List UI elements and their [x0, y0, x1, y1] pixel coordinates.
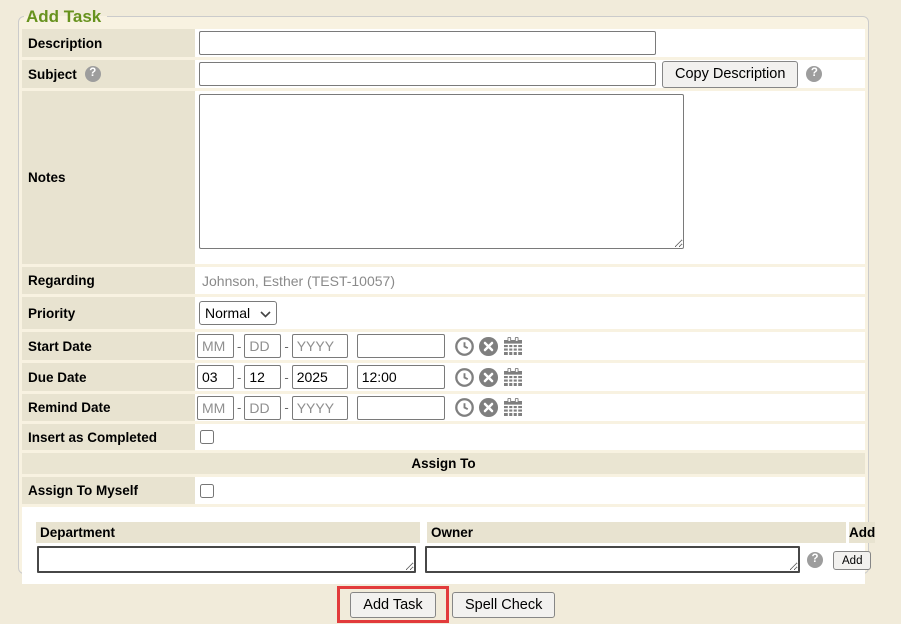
- clock-icon[interactable]: [454, 336, 475, 357]
- notes-label: Notes: [22, 91, 195, 264]
- owner-input[interactable]: [425, 546, 800, 573]
- subject-label-cell: Subject ?: [22, 60, 195, 88]
- subject-label: Subject: [28, 67, 77, 82]
- subject-cell: Copy Description ?: [195, 60, 865, 88]
- notes-cell: [195, 91, 865, 264]
- date-separator: -: [284, 339, 288, 354]
- priority-cell: Normal: [195, 297, 865, 329]
- priority-selected-value: Normal: [205, 305, 250, 321]
- calendar-icon[interactable]: [502, 367, 524, 388]
- regarding-value: Johnson, Esther (TEST-10057): [197, 273, 395, 289]
- remind-date-year-input[interactable]: [292, 396, 348, 420]
- department-input[interactable]: [37, 546, 416, 573]
- chevron-down-icon: [260, 305, 271, 321]
- notes-row: Notes: [22, 91, 865, 264]
- remind-date-time-input[interactable]: [357, 396, 445, 420]
- start-date-icons: [454, 336, 524, 357]
- date-separator: -: [237, 400, 241, 415]
- start-date-day-input[interactable]: [244, 334, 281, 358]
- copy-description-help-icon[interactable]: ?: [806, 66, 822, 82]
- due-date-year-input[interactable]: [292, 365, 348, 389]
- start-date-label: Start Date: [22, 332, 195, 360]
- date-separator: -: [284, 370, 288, 385]
- priority-select[interactable]: Normal: [199, 301, 277, 325]
- due-date-day-input[interactable]: [244, 365, 281, 389]
- description-label: Description: [22, 29, 195, 57]
- description-cell: [195, 29, 865, 57]
- date-separator: -: [237, 370, 241, 385]
- assign-table: Department Owner Add ? Add: [22, 507, 865, 584]
- start-date-time-input[interactable]: [357, 334, 445, 358]
- description-row: Description: [22, 29, 865, 57]
- date-separator: -: [237, 339, 241, 354]
- due-date-month-input[interactable]: [197, 365, 234, 389]
- add-task-button[interactable]: Add Task: [350, 592, 435, 618]
- start-date-cell: - -: [195, 332, 865, 360]
- remind-date-icons: [454, 397, 524, 418]
- start-date-row: Start Date - -: [22, 332, 865, 360]
- subject-help-icon[interactable]: ?: [85, 66, 101, 82]
- clock-icon[interactable]: [454, 367, 475, 388]
- subject-input[interactable]: [199, 62, 656, 86]
- assign-myself-label: Assign To Myself: [22, 477, 195, 504]
- priority-label: Priority: [22, 297, 195, 329]
- insert-completed-cell: [195, 424, 865, 450]
- due-date-cell: - -: [195, 363, 865, 391]
- assign-to-section-header: Assign To: [22, 453, 865, 474]
- clear-date-icon[interactable]: [478, 367, 499, 388]
- assign-myself-row: Assign To Myself: [22, 477, 865, 504]
- add-assignment-button[interactable]: Add: [833, 551, 871, 570]
- date-separator: -: [284, 400, 288, 415]
- priority-row: Priority Normal: [22, 297, 865, 329]
- remind-date-label: Remind Date: [22, 394, 195, 421]
- notes-textarea[interactable]: [199, 94, 684, 249]
- copy-description-button[interactable]: Copy Description: [662, 61, 798, 88]
- owner-help-icon[interactable]: ?: [807, 552, 823, 568]
- department-column-header: Department: [36, 522, 420, 543]
- add-column-header: Add: [849, 522, 875, 543]
- insert-completed-checkbox[interactable]: [200, 430, 214, 444]
- start-date-year-input[interactable]: [292, 334, 348, 358]
- form-title: Add Task: [24, 6, 107, 27]
- insert-completed-row: Insert as Completed: [22, 424, 865, 450]
- add-task-form: Add Task Description Subject ? Copy Desc…: [18, 6, 869, 574]
- remind-date-cell: - -: [195, 394, 865, 421]
- regarding-cell: Johnson, Esther (TEST-10057): [195, 267, 865, 294]
- due-date-label: Due Date: [22, 363, 195, 391]
- assign-myself-cell: [195, 477, 865, 504]
- remind-date-row: Remind Date - -: [22, 394, 865, 421]
- regarding-row: Regarding Johnson, Esther (TEST-10057): [22, 267, 865, 294]
- due-date-row: Due Date - -: [22, 363, 865, 391]
- clear-date-icon[interactable]: [478, 397, 499, 418]
- description-input[interactable]: [199, 31, 656, 55]
- remind-date-month-input[interactable]: [197, 396, 234, 420]
- remind-date-day-input[interactable]: [244, 396, 281, 420]
- assign-myself-checkbox[interactable]: [200, 484, 214, 498]
- calendar-icon[interactable]: [502, 336, 524, 357]
- click-target-highlight: Add Task: [337, 586, 449, 623]
- due-date-time-input[interactable]: [357, 365, 445, 389]
- due-date-icons: [454, 367, 524, 388]
- start-date-month-input[interactable]: [197, 334, 234, 358]
- calendar-icon[interactable]: [502, 397, 524, 418]
- clear-date-icon[interactable]: [478, 336, 499, 357]
- insert-completed-label: Insert as Completed: [22, 424, 195, 450]
- clock-icon[interactable]: [454, 397, 475, 418]
- regarding-label: Regarding: [22, 267, 195, 294]
- spell-check-button[interactable]: Spell Check: [452, 592, 555, 618]
- owner-column-header: Owner: [427, 522, 846, 543]
- subject-row: Subject ? Copy Description ?: [22, 60, 865, 88]
